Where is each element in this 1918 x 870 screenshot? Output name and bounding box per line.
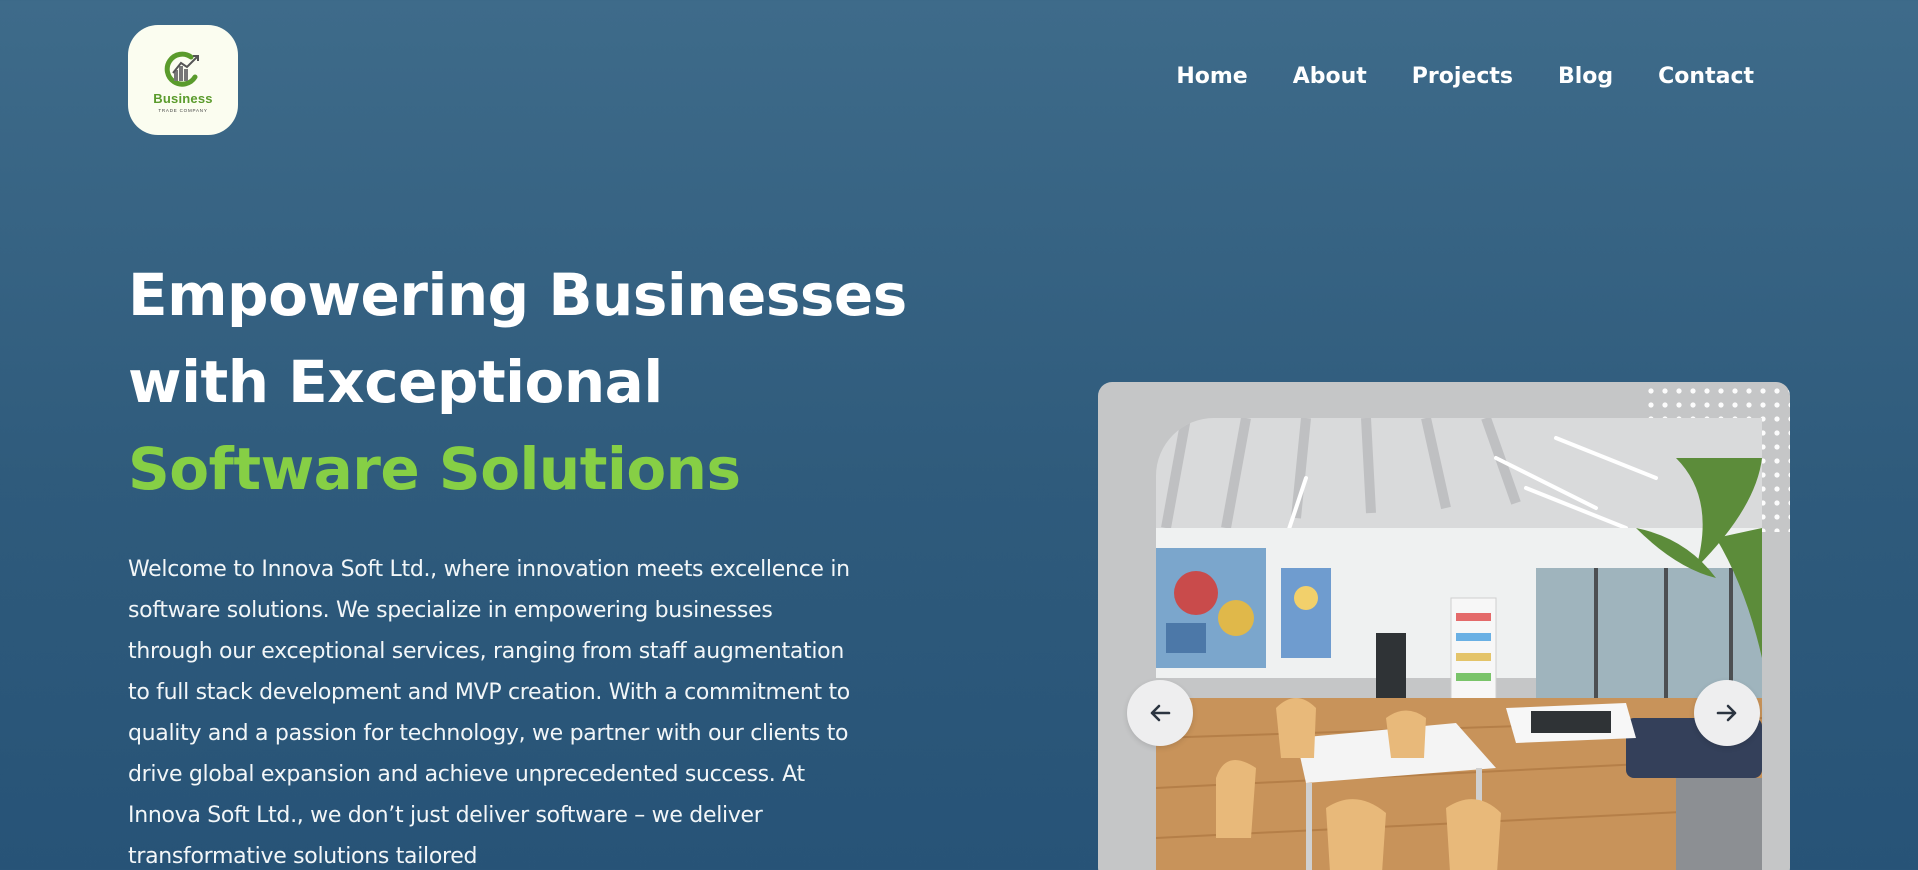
logo-tagline: TRADE COMPANY [158,108,208,113]
nav-item-about[interactable]: About [1293,64,1367,89]
hero-title: Empowering Businesses with Exceptional S… [128,252,907,513]
logo-wordmark: Business [153,91,213,106]
nav-item-blog[interactable]: Blog [1558,64,1613,89]
arrow-left-icon [1150,704,1171,722]
logo[interactable]: Business TRADE COMPANY [128,25,238,135]
gallery-prev-button[interactable] [1127,680,1193,746]
business-logo-icon [164,51,199,87]
hero-title-line-1: Empowering Businesses [128,261,907,329]
nav-item-projects[interactable]: Projects [1412,64,1513,89]
hero-description: Welcome to Innova Soft Ltd., where innov… [128,557,850,869]
gallery-next-button[interactable] [1694,680,1760,746]
hero-title-accent: Software Solutions [128,435,741,503]
office-photo [1156,418,1762,870]
arrow-right-icon [1716,704,1737,722]
main-nav: Home About Projects Blog Contact [1176,64,1754,89]
nav-item-home[interactable]: Home [1176,64,1247,89]
hero-title-line-2: with Exceptional [128,348,663,416]
nav-item-contact[interactable]: Contact [1658,64,1754,89]
gallery-card [1098,382,1790,870]
